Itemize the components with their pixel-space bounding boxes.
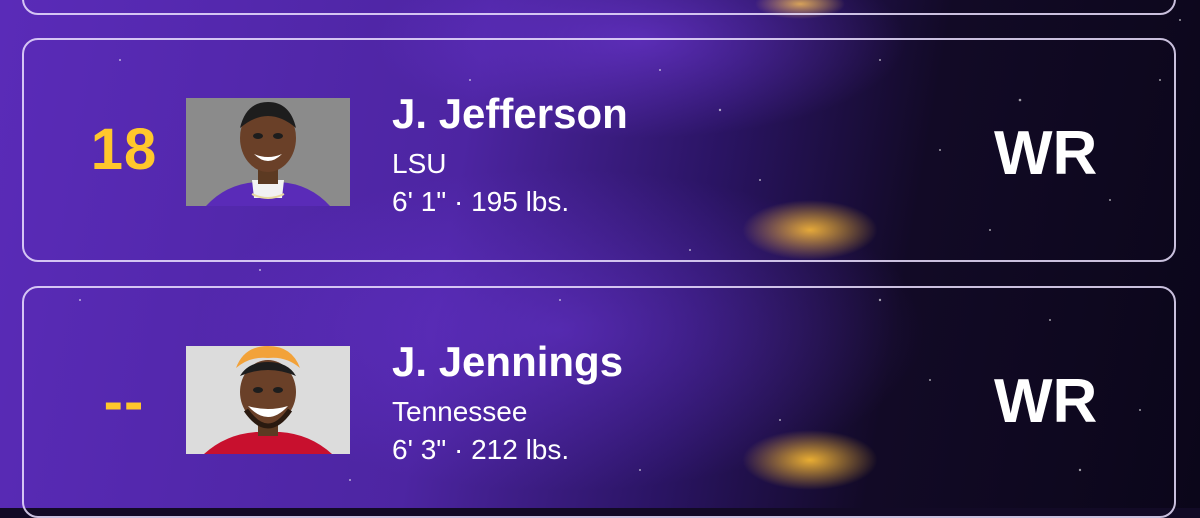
player-school: Tennessee: [392, 396, 528, 427]
player-photo: [186, 98, 350, 206]
player-position: WR: [994, 119, 1098, 188]
player-card-previous[interactable]: [22, 0, 1176, 15]
player-measurements: 6' 1" · 195 lbs.: [392, 186, 570, 217]
player-school: LSU: [392, 148, 447, 179]
player-photo: [186, 346, 350, 454]
player-name: J. Jefferson: [392, 90, 628, 137]
player-name: J. Jennings: [392, 338, 624, 385]
player-card[interactable]: 18 J. Jefferson LSU 6' 1" · 195 lbs. WR: [22, 38, 1176, 262]
player-position: WR: [994, 367, 1098, 436]
player-card[interactable]: -- J. Jennings Tennessee 6' 3" · 212 lbs…: [22, 286, 1176, 518]
player-measurements: 6' 3" · 212 lbs.: [392, 434, 570, 465]
